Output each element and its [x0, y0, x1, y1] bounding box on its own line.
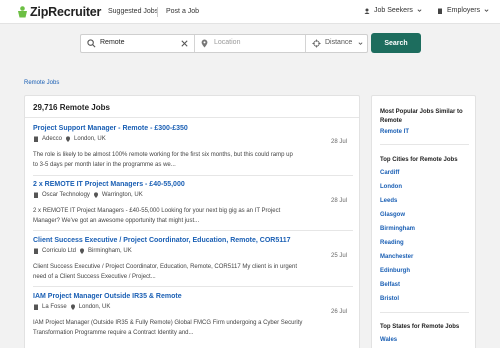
location-pin-icon	[201, 39, 208, 48]
top-states-heading: Top States for Remote Jobs	[380, 324, 460, 330]
city-link[interactable]: Belfast	[380, 282, 400, 288]
employers-menu[interactable]: Employers	[437, 7, 489, 14]
company-icon	[34, 192, 38, 198]
logo-wordmark: ZipRecruiter	[30, 5, 102, 19]
city-link[interactable]: Leeds	[380, 198, 397, 204]
job-title-link[interactable]: Project Support Manager - Remote - £300-…	[33, 125, 353, 132]
job-posted-date: 28 Jul	[330, 139, 347, 145]
job-title-link[interactable]: IAM Project Manager Outside IR35 & Remot…	[33, 293, 353, 300]
company-name: Adecco	[42, 136, 63, 142]
state-link[interactable]: Wales	[380, 337, 397, 343]
job-meta: La Fosse London, UK	[33, 304, 353, 310]
job-listing[interactable]: IAM Project Manager Outside IR35 & Remot…	[33, 293, 353, 338]
job-title-link[interactable]: Client Success Executive / Project Coord…	[33, 237, 353, 244]
job-snippet: The role is likely to be almost 100% rem…	[33, 150, 353, 170]
nav-divider	[157, 7, 158, 17]
job-location: London, UK	[74, 136, 106, 142]
location-pin-icon	[93, 192, 98, 198]
divider	[33, 175, 353, 176]
top-navigation-bar: ZipRecruiter Suggested Jobs Post a Job J…	[0, 0, 500, 24]
search-button[interactable]: Search	[371, 33, 421, 53]
divider	[25, 117, 359, 118]
location-pin-icon	[70, 304, 75, 310]
field-divider	[305, 35, 306, 52]
company-name: La Fosse	[42, 304, 67, 310]
building-icon	[438, 8, 442, 14]
city-link[interactable]: Cardiff	[380, 170, 399, 176]
top-cities-heading: Top Cities for Remote Jobs	[380, 157, 458, 163]
company-icon	[34, 248, 38, 254]
company-icon	[34, 304, 38, 310]
company-icon	[34, 136, 38, 142]
chevron-down-icon	[417, 9, 422, 12]
keyword-input[interactable]: Remote	[100, 39, 125, 46]
search-form: Remote Location Distance	[80, 34, 368, 53]
job-posted-date: 28 Jul	[330, 198, 347, 204]
ziprecruiter-logo-icon	[18, 6, 27, 18]
location-pin-icon	[80, 248, 85, 254]
job-snippet-line: 2 x REMOTE IT Project Managers - £40-55,…	[33, 208, 281, 214]
ziprecruiter-logo[interactable]: ZipRecruiter	[17, 5, 101, 19]
field-divider	[194, 35, 195, 52]
divider	[380, 312, 469, 313]
popular-job-link[interactable]: Remote IT	[380, 129, 409, 135]
job-snippet-line: Manager? We've got an awesome opportunit…	[33, 218, 200, 224]
location-input[interactable]: Location	[214, 39, 240, 46]
job-location: Warrington, UK	[101, 192, 143, 198]
job-listing[interactable]: 2 x REMOTE IT Project Managers - £40-55,…	[33, 181, 353, 226]
city-link[interactable]: Reading	[380, 240, 404, 246]
job-snippet-line: Transformation Programme require a Contr…	[33, 330, 194, 336]
job-seekers-menu[interactable]: Job Seekers	[364, 7, 422, 14]
job-posted-date: 26 Jul	[330, 309, 347, 315]
job-listing[interactable]: Client Success Executive / Project Coord…	[33, 237, 353, 282]
search-icon	[87, 39, 96, 48]
job-meta: Oscar Technology Warrington, UK	[33, 192, 353, 198]
employers-label: Employers	[447, 7, 481, 14]
user-icon	[364, 8, 370, 14]
popular-jobs-heading: Most Popular Jobs Similar to Remote	[380, 109, 463, 124]
company-name: Oscar Technology	[42, 192, 90, 198]
distance-label: Distance	[325, 39, 353, 46]
job-snippet: Client Success Executive / Project Coord…	[33, 262, 353, 282]
job-seekers-label: Job Seekers	[374, 7, 413, 14]
divider	[33, 286, 353, 287]
job-title-link[interactable]: 2 x REMOTE IT Project Managers - £40-55,…	[33, 181, 353, 188]
nav-suggested-jobs[interactable]: Suggested Jobs	[108, 8, 158, 15]
job-snippet-line: Client Success Executive / Project Coord…	[33, 264, 298, 270]
nav-post-a-job[interactable]: Post a Job	[166, 8, 199, 15]
clear-icon[interactable]	[180, 39, 189, 48]
distance-select[interactable]: Distance	[312, 35, 367, 52]
job-listing[interactable]: Project Support Manager - Remote - £300-…	[33, 125, 353, 170]
job-snippet-line: IAM Project Manager (Outside IR35 & Full…	[33, 320, 303, 326]
job-snippet-line: to 3-5 days per month later in the progr…	[33, 162, 176, 168]
sidebar-panel: Most Popular Jobs Similar to Remote Remo…	[371, 95, 476, 348]
job-snippet: IAM Project Manager (Outside IR35 & Full…	[33, 318, 353, 338]
job-meta: Corriculo Ltd Birmingham, UK	[33, 248, 353, 254]
city-link[interactable]: Manchester	[380, 254, 413, 260]
job-snippet: 2 x REMOTE IT Project Managers - £40-55,…	[33, 206, 353, 226]
location-pin-icon	[66, 136, 71, 142]
job-location: Birmingham, UK	[88, 248, 132, 254]
job-location: London, UK	[78, 304, 111, 310]
job-meta: Adecco London, UK	[33, 136, 353, 142]
company-name: Corriculo Ltd	[42, 248, 77, 254]
chevron-down-icon	[484, 9, 489, 12]
search-band: Remote Location Distance Search	[0, 25, 500, 65]
city-link[interactable]: London	[380, 184, 402, 190]
breadcrumb[interactable]: Remote Jobs	[24, 80, 59, 86]
job-snippet-line: The role is likely to be almost 100% rem…	[33, 152, 293, 158]
crosshair-icon	[312, 39, 321, 48]
divider	[380, 144, 469, 145]
job-snippet-line: need of a Client Success Executive / Pro…	[33, 274, 156, 280]
city-link[interactable]: Birmingham	[380, 226, 415, 232]
city-link[interactable]: Bristol	[380, 296, 399, 302]
city-link[interactable]: Glasgow	[380, 212, 405, 218]
job-posted-date: 25 Jul	[330, 253, 347, 259]
divider	[33, 230, 353, 231]
results-panel: 29,716 Remote Jobs Project Support Manag…	[24, 95, 360, 348]
city-link[interactable]: Edinburgh	[380, 268, 410, 274]
results-count-title: 29,716 Remote Jobs	[33, 103, 110, 112]
chevron-down-icon	[358, 42, 363, 45]
